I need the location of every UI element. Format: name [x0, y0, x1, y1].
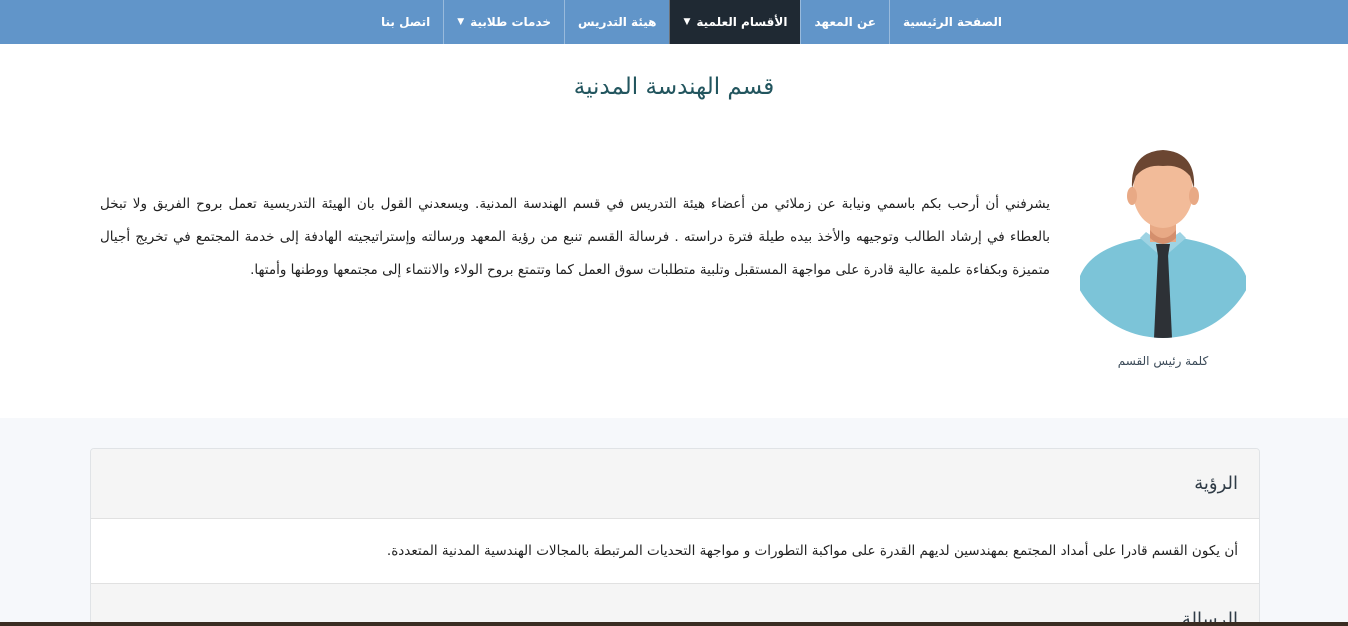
nav-item-label: خدمات طلابية [470, 15, 552, 29]
nav-item-label: اتصل بنا [381, 15, 431, 29]
nav-item-faculty[interactable]: هيئة التدريس [564, 0, 669, 44]
vision-text: أن يكون القسم قادرا على أمداد المجتمع بم… [386, 543, 1238, 559]
nav-item-home[interactable]: الصفحة الرئيسية [888, 0, 1015, 44]
page-title: قسم الهندسة المدنية [573, 74, 775, 100]
top-navigation-bar: الصفحة الرئيسية عن المعهد الأقسام العلمي… [0, 0, 1348, 44]
avatar-caption: كلمة رئيس القسم [1117, 354, 1209, 368]
nav-item-contact[interactable]: اتصل بنا [368, 0, 443, 44]
nav-item-label: هيئة التدريس [578, 15, 657, 29]
nav-item-label: الأقسام العلمية [696, 15, 788, 29]
mission-panel-heading[interactable]: الرسالة [91, 584, 1259, 626]
chevron-down-icon: ▼ [683, 17, 691, 27]
nav-item-student-services[interactable]: خدمات طلابية ▼ [443, 0, 564, 44]
vision-title: الرؤية [1194, 473, 1238, 494]
vision-panel-body: أن يكون القسم قادرا على أمداد المجتمع بم… [91, 519, 1259, 584]
nav-item-label: الصفحة الرئيسية [902, 15, 1002, 29]
department-info-panels: الرؤية أن يكون القسم قادرا على أمداد الم… [90, 448, 1260, 626]
nav-item-label: عن المعهد [814, 15, 876, 29]
nav-item-departments[interactable]: الأقسام العلمية ▼ [669, 0, 801, 44]
vision-panel-heading[interactable]: الرؤية [91, 449, 1259, 519]
main-menu: الصفحة الرئيسية عن المعهد الأقسام العلمي… [368, 0, 1015, 44]
head-message-text: يشرفني أن أرحب بكم باسمي ونيابة عن زملائ… [100, 196, 1050, 278]
chevron-down-icon: ▼ [457, 17, 465, 27]
nav-item-about[interactable]: عن المعهد [800, 0, 888, 44]
department-head-avatar-icon [1080, 146, 1246, 338]
bottom-strip [0, 622, 1348, 626]
